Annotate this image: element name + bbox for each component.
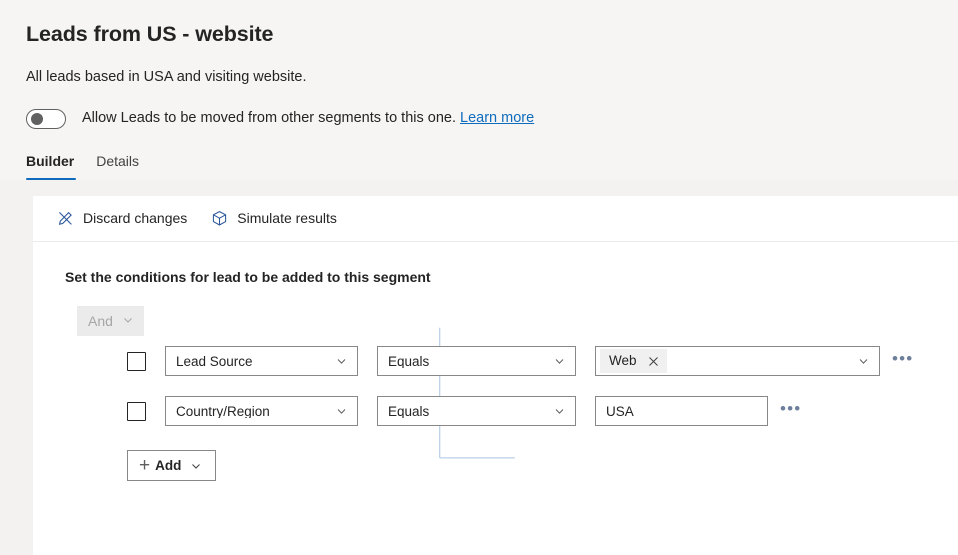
page-title: Leads from US - website: [26, 22, 274, 46]
condition-rows: Lead Source Equals Web ••• Country/Regio…: [77, 336, 958, 482]
attribute-dropdown[interactable]: Lead Source: [165, 346, 358, 377]
discard-changes-button[interactable]: Discard changes: [47, 203, 197, 233]
operator-value: Equals: [388, 404, 430, 419]
simulate-results-label: Simulate results: [237, 210, 337, 227]
value-tag: Web: [600, 349, 667, 374]
group-operator-label: And: [88, 313, 113, 330]
close-icon[interactable]: [648, 356, 659, 367]
tab-strip: Builder Details: [26, 142, 161, 181]
row-overflow-menu[interactable]: •••: [892, 350, 913, 372]
allow-move-toggle-row: Allow Leads to be moved from other segme…: [26, 87, 958, 129]
table-row: Lead Source Equals Web •••: [77, 336, 958, 386]
row-checkbox[interactable]: [127, 351, 146, 371]
value-picker[interactable]: Web: [595, 346, 880, 377]
discard-changes-label: Discard changes: [83, 210, 188, 227]
chevron-down-icon: [190, 460, 202, 472]
value-input[interactable]: USA: [595, 396, 768, 427]
conditions-heading: Set the conditions for lead to be added …: [65, 269, 431, 285]
chevron-down-icon: [553, 405, 566, 418]
page-subtitle: All leads based in USA and visiting webs…: [26, 68, 307, 85]
builder-panel: Discard changes Simulate results Set the…: [33, 196, 958, 555]
value-input-text: USA: [606, 404, 634, 419]
attribute-dropdown[interactable]: Country/Region: [165, 396, 358, 427]
add-button-label: Add: [155, 458, 182, 474]
content-area: Discard changes Simulate results Set the…: [0, 180, 958, 555]
attribute-value: Country/Region: [176, 404, 270, 419]
attribute-value: Lead Source: [176, 354, 253, 369]
row-overflow-menu[interactable]: •••: [780, 400, 801, 422]
page-header: Leads from US - website All leads based …: [0, 0, 958, 181]
toggle-label-text: Allow Leads to be moved from other segme…: [82, 110, 456, 127]
plus-icon: +: [139, 455, 151, 477]
chevron-down-icon: [857, 355, 870, 368]
chevron-down-icon: [122, 312, 134, 330]
group-operator-dropdown[interactable]: And: [77, 306, 144, 337]
discard-pen-icon: [57, 210, 74, 227]
builder-body: Set the conditions for lead to be added …: [33, 242, 958, 482]
toggle-thumb: [31, 112, 43, 125]
tab-builder[interactable]: Builder: [26, 142, 86, 181]
operator-dropdown[interactable]: Equals: [377, 346, 576, 377]
add-button[interactable]: + Add: [127, 450, 217, 482]
row-checkbox[interactable]: [127, 401, 146, 421]
simulate-results-button[interactable]: Simulate results: [201, 203, 347, 233]
chevron-down-icon: [553, 355, 566, 368]
builder-toolbar: Discard changes Simulate results: [33, 196, 958, 242]
chevron-down-icon: [335, 405, 348, 418]
learn-more-link[interactable]: Learn more: [460, 110, 534, 126]
tab-details[interactable]: Details: [96, 142, 151, 180]
allow-move-toggle[interactable]: [26, 108, 66, 129]
value-tag-label: Web: [609, 353, 637, 369]
table-row: Country/Region Equals USA •••: [77, 386, 958, 436]
allow-move-toggle-label: Allow Leads to be moved from other segme…: [82, 109, 534, 128]
operator-value: Equals: [388, 354, 430, 369]
add-condition-row: + Add: [77, 436, 958, 482]
condition-tree: And Lead Source Equals Web ••• Country/R…: [65, 306, 958, 482]
operator-dropdown[interactable]: Equals: [377, 396, 576, 427]
cube-icon: [211, 210, 228, 227]
chevron-down-icon: [335, 355, 348, 368]
